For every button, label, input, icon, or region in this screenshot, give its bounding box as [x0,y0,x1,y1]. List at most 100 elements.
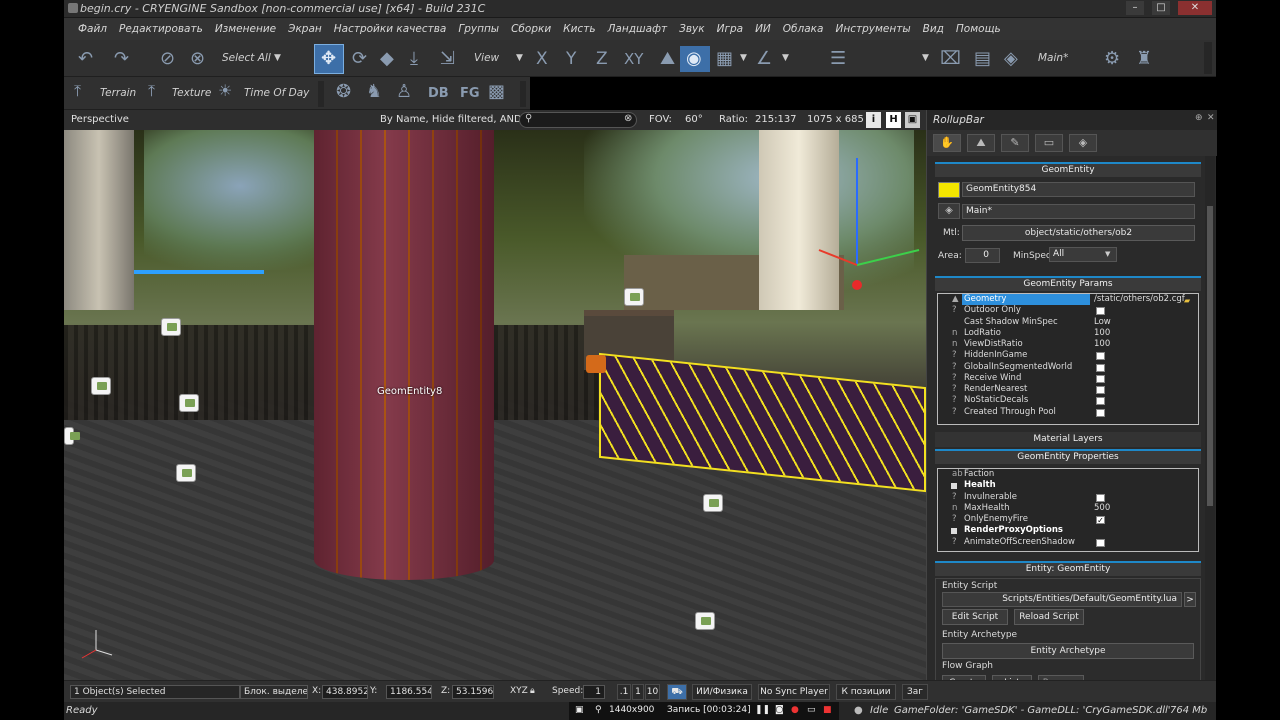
clear-icon[interactable]: ⊗ [624,113,632,124]
entity-helper-icon[interactable] [161,318,181,336]
prop-row-invulnerable[interactable]: ? Invulnerable [938,492,1198,503]
menu-prefabs[interactable]: Сборки [511,23,551,35]
z-coordinate-input[interactable]: 53.1596 [452,685,494,699]
y-coordinate-input[interactable]: 1186.554 [386,685,432,699]
tab-display[interactable]: ▭ [1035,134,1063,152]
record-icon[interactable]: ● [791,705,799,715]
info-button[interactable]: i [866,112,881,128]
status-more-button[interactable]: Заг [902,684,928,700]
prop-checkbox[interactable] [1096,493,1105,502]
material-button[interactable]: object/static/others/ob2 [962,225,1195,241]
tab-layers[interactable]: ◈ [1069,134,1097,152]
menu-help[interactable]: Помощь [956,23,1001,35]
helpers-button[interactable]: H [886,112,901,128]
terrain-button[interactable]: Terrain [100,87,136,99]
param-row-geometry[interactable]: ▲ Geometry/static/others/ob2.cgf ▰ [938,294,1198,305]
speed-0-1-button[interactable]: .1 [617,684,631,700]
toolbar-grip[interactable] [318,81,324,107]
collapse-icon[interactable] [951,528,957,535]
lock-icon[interactable]: 🔒︎ [530,686,535,696]
snap-to-object-icon[interactable]: ⇲ [440,50,455,68]
param-row-hidden-in-game[interactable]: ? HiddenInGame [938,350,1198,361]
menu-game[interactable]: Игра [717,23,743,35]
toolbar-grip[interactable] [520,81,526,107]
tab-terrain[interactable]: ⛰ [967,134,995,152]
param-row-receive-wind[interactable]: ? Receive Wind [938,373,1198,384]
link-icon[interactable]: ⊘ [160,50,175,68]
prop-row-animate-offscreen-shadow[interactable]: ? AnimateOffScreenShadow [938,537,1198,548]
section-geom-entity-params[interactable]: GeomEntity Params [935,276,1201,291]
close-button[interactable]: ✕ [1178,1,1212,15]
param-row-cast-shadow-minspec[interactable]: Cast Shadow MinSpec Low [938,317,1198,328]
menu-file[interactable]: Файл [78,23,107,35]
entity-archetype-button[interactable]: Entity Archetype [942,643,1194,659]
material-icon[interactable]: ▤ [974,50,991,68]
section-entity-script[interactable]: Entity: GeomEntity [935,561,1201,576]
figure-icon[interactable]: ♙ [396,83,412,101]
list-icon[interactable]: ☰ [830,50,846,68]
param-checkbox[interactable] [1096,363,1105,372]
snap-to-terrain-icon[interactable]: ⤓ [410,50,418,68]
section-geom-entity-properties[interactable]: GeomEntity Properties [935,449,1201,464]
menu-quality-settings[interactable]: Настройки качества [334,23,447,35]
axis-xy-button[interactable]: XY [624,50,643,68]
pause-icon[interactable]: ❚❚ [755,705,770,715]
prop-group-health[interactable]: Health [938,480,1198,491]
no-sync-player-button[interactable]: No Sync Player [758,684,830,700]
prop-row-faction[interactable]: ab Faction [938,469,1198,480]
minimize-button[interactable]: – [1126,1,1144,15]
entity-helper-icon[interactable] [703,494,723,512]
angle-snap-icon[interactable]: ∠ [756,50,772,68]
physics-icon[interactable]: ⚙ [1104,50,1120,68]
reload-script-button[interactable]: Reload Script [1014,609,1084,625]
speed-1-button[interactable]: 1 [632,684,644,700]
ai-physics-button[interactable]: ИИ/Физика [692,684,752,700]
selected-pillar-object[interactable] [314,130,494,580]
character-icon[interactable]: ♞ [366,83,382,101]
redo-icon[interactable]: ↷ [114,50,129,68]
menu-tools[interactable]: Инструменты [835,23,910,35]
axis-z-button[interactable]: Z [596,49,608,69]
grid-view-icon[interactable]: ▩ [488,83,505,101]
prop-group-render-proxy-options[interactable]: RenderProxyOptions [938,525,1198,536]
entity-color-swatch[interactable] [938,182,960,198]
grid-icon[interactable]: ▦ [716,50,733,68]
entity-helper-icon[interactable] [624,288,644,306]
close-icon[interactable]: ✕ [1207,113,1215,123]
param-row-render-nearest[interactable]: ? RenderNearest [938,384,1198,395]
param-value[interactable]: 100 [1094,328,1110,339]
chevron-down-icon[interactable]: ▼ [782,54,789,63]
menu-view[interactable]: Вид [923,23,944,35]
menu-display[interactable]: Экран [288,23,322,35]
layers-icon[interactable]: ◈ [1004,50,1018,68]
chevron-down-icon[interactable]: ▼ [274,54,281,63]
axis-x-button[interactable]: X [536,49,548,69]
maximize-viewport-icon[interactable]: ▣ [905,112,920,128]
ai-icon[interactable]: ♜ [1136,50,1152,68]
camera-icon[interactable]: ◙ [775,705,784,715]
texture-button[interactable]: Texture [172,87,211,99]
rollup-scrollbar[interactable] [1205,156,1215,700]
prop-row-only-enemy-fire[interactable]: ? OnlyEnemyFire ✓ [938,514,1198,525]
menu-ai[interactable]: ИИ [755,23,771,35]
param-row-no-static-decals[interactable]: ? NoStaticDecals [938,395,1198,406]
terrain-collision-icon[interactable]: ⛰ [660,50,675,68]
param-row-lod-ratio[interactable]: n LodRatio 100 [938,328,1198,339]
time-of-day-button[interactable]: Time Of Day [244,87,309,99]
edit-script-button[interactable]: Edit Script [942,609,1008,625]
menu-brush[interactable]: Кисть [563,23,595,35]
tool-icon[interactable]: ⌧ [940,50,961,68]
section-geom-entity[interactable]: GeomEntity [935,162,1201,177]
view-dropdown[interactable]: View [474,52,499,64]
stop-icon[interactable]: ■ [823,705,832,715]
select-all-dropdown[interactable]: Select All [222,52,271,64]
maximize-button[interactable]: □ [1152,1,1170,15]
rotate-icon[interactable]: ⟳ [352,50,367,68]
layer-field[interactable]: Main* [962,204,1195,219]
axis-y-button[interactable]: Y [566,49,576,69]
param-value[interactable]: /static/others/ob2.cgf [1094,294,1185,305]
webcam-icon[interactable]: ▭ [807,705,816,715]
pin-icon[interactable]: ⊕ [1195,113,1203,123]
layer-dropdown[interactable]: Main* [1038,52,1068,64]
area-input[interactable]: 0 [965,248,1000,263]
